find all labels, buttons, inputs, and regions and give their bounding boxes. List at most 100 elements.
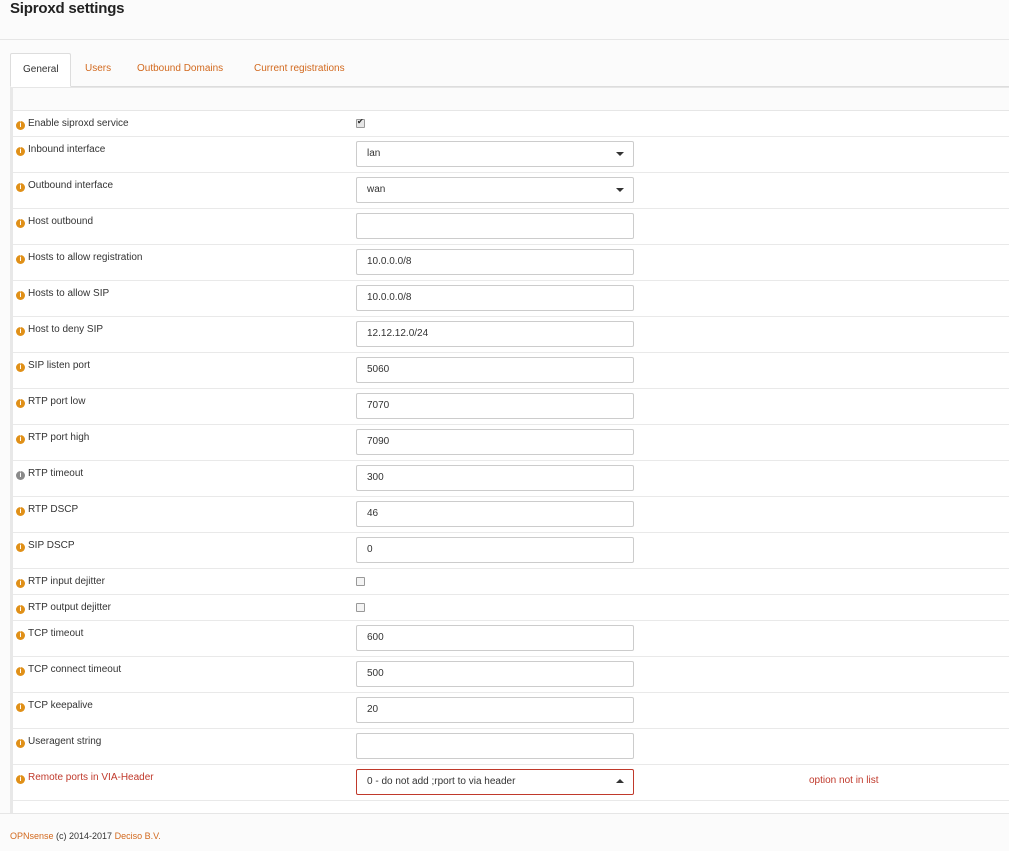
field-label: i TCP keepalive [16, 700, 93, 712]
footer-copyright: (c) 2014-2017 [53, 831, 115, 841]
text-input[interactable]: 10.0.0.0/8 [356, 249, 634, 275]
field-label-text: RTP output dejitter [28, 602, 112, 613]
field-label: i Remote ports in VIA-Header [16, 772, 154, 784]
text-input[interactable]: 600 [356, 625, 634, 651]
field-label: i RTP port low [16, 396, 85, 408]
text-input[interactable] [356, 733, 634, 759]
footer-brand-link[interactable]: OPNsense [10, 831, 54, 841]
field-label-text: Outbound interface [28, 180, 114, 191]
checkbox[interactable] [356, 603, 365, 612]
select-dropdown[interactable]: 0 - do not add ;rport to via header [356, 769, 634, 795]
form-row: i TCP timeout 600 [13, 621, 1009, 657]
field-label-text: TCP connect timeout [28, 664, 122, 675]
info-circle-icon[interactable]: i [16, 363, 25, 372]
field-label-text: Host outbound [28, 216, 94, 227]
field-label: i SIP DSCP [16, 540, 75, 552]
field-label-text: RTP port low [28, 396, 86, 407]
field-label: i Outbound interface [16, 180, 113, 192]
field-label-text: RTP input dejitter [28, 576, 105, 587]
form-row: i TCP connect timeout 500 [13, 657, 1009, 693]
form-row: i TCP keepalive 20 [13, 693, 1009, 729]
info-circle-icon[interactable]: i [16, 327, 25, 336]
text-input[interactable]: 46 [356, 501, 634, 527]
checkbox[interactable] [356, 577, 365, 586]
form-row: i RTP port high 7090 [13, 425, 1009, 461]
info-circle-icon[interactable]: i [16, 435, 25, 444]
field-label: i TCP timeout [16, 628, 83, 640]
info-circle-icon[interactable]: i [16, 219, 25, 228]
footer-text: OPNsense (c) 2014-2017 Deciso B.V. [10, 831, 161, 841]
info-circle-icon[interactable]: i [16, 471, 25, 480]
text-input[interactable] [356, 213, 634, 239]
field-label-text: Hosts to allow SIP [28, 288, 110, 299]
page-title: Siproxd settings [10, 0, 125, 17]
select-value: lan [367, 148, 381, 159]
info-circle-icon[interactable]: i [16, 703, 25, 712]
tab-bar: General Users Outbound Domains Current r… [10, 53, 1009, 87]
info-circle-icon[interactable]: i [16, 605, 25, 614]
info-circle-icon[interactable]: i [16, 147, 25, 156]
text-input[interactable]: 20 [356, 697, 634, 723]
select-value: wan [367, 184, 386, 195]
caret-down-icon [616, 188, 624, 192]
field-label-text: SIP DSCP [28, 540, 75, 551]
field-label-text: TCP keepalive [28, 700, 93, 711]
field-label-text: TCP timeout [28, 628, 84, 639]
text-input[interactable]: 500 [356, 661, 634, 687]
field-label-text: Hosts to allow registration [28, 252, 143, 263]
field-label: i Hosts to allow SIP [16, 288, 109, 300]
select-dropdown[interactable]: wan [356, 177, 634, 203]
form-row: i Enable siproxd service ✔ [13, 111, 1009, 137]
text-input[interactable]: 12.12.12.0/24 [356, 321, 634, 347]
checkbox[interactable]: ✔ [356, 117, 365, 128]
field-label: i RTP input dejitter [16, 576, 105, 588]
tab-users[interactable]: Users [73, 53, 123, 87]
form-row: i RTP port low 7070 [13, 389, 1009, 425]
text-input[interactable]: 5060 [356, 357, 634, 383]
field-label: i RTP output dejitter [16, 602, 111, 614]
footer: OPNsense (c) 2014-2017 Deciso B.V. [0, 813, 1009, 851]
caret-up-icon [616, 779, 624, 783]
info-circle-icon[interactable]: i [16, 631, 25, 640]
panel-header-bar [13, 87, 1009, 111]
form-row: i RTP output dejitter [13, 595, 1009, 621]
info-circle-icon[interactable]: i [16, 543, 25, 552]
checkmark-icon: ✔ [357, 117, 364, 126]
settings-panel: i Enable siproxd service ✔ i Inbound interfa… [10, 87, 1009, 813]
form-row: i Inbound interface lan [13, 137, 1009, 173]
field-label: i Hosts to allow registration [16, 252, 143, 264]
field-label: i Enable siproxd service [16, 118, 129, 130]
text-input[interactable]: 300 [356, 465, 634, 491]
info-circle-icon[interactable]: i [16, 579, 25, 588]
info-circle-icon[interactable]: i [16, 739, 25, 748]
field-label: i Inbound interface [16, 144, 105, 156]
tab-general[interactable]: General [10, 53, 71, 87]
form-row: i RTP input dejitter [13, 569, 1009, 595]
info-circle-icon[interactable]: i [16, 121, 25, 130]
info-circle-icon[interactable]: i [16, 775, 25, 784]
info-circle-icon[interactable]: i [16, 255, 25, 264]
text-input[interactable]: 7070 [356, 393, 634, 419]
select-value: 0 - do not add ;rport to via header [367, 776, 516, 787]
field-label-text: RTP DSCP [28, 504, 79, 515]
info-circle-icon[interactable]: i [16, 399, 25, 408]
tab-outbound-domains[interactable]: Outbound Domains [125, 53, 235, 87]
info-circle-icon[interactable]: i [16, 667, 25, 676]
footer-company-link[interactable]: Deciso B.V. [115, 831, 161, 841]
field-label-text: Useragent string [28, 736, 102, 747]
select-dropdown[interactable]: lan [356, 141, 634, 167]
form-row: i Hosts to allow SIP 10.0.0.0/8 [13, 281, 1009, 317]
field-label: i SIP listen port [16, 360, 90, 372]
text-input[interactable]: 10.0.0.0/8 [356, 285, 634, 311]
field-label: i TCP connect timeout [16, 664, 121, 676]
info-circle-icon[interactable]: i [16, 507, 25, 516]
field-label: i RTP DSCP [16, 504, 78, 516]
info-circle-icon[interactable]: i [16, 183, 25, 192]
validation-error: option not in list [809, 775, 879, 786]
tab-current-registrations[interactable]: Current registrations [242, 53, 357, 87]
form-row: i Remote ports in VIA-Header 0 - do not ad… [13, 765, 1009, 801]
info-circle-icon[interactable]: i [16, 291, 25, 300]
text-input[interactable]: 7090 [356, 429, 634, 455]
form-row: i Host to deny SIP 12.12.12.0/24 [13, 317, 1009, 353]
text-input[interactable]: 0 [356, 537, 634, 563]
